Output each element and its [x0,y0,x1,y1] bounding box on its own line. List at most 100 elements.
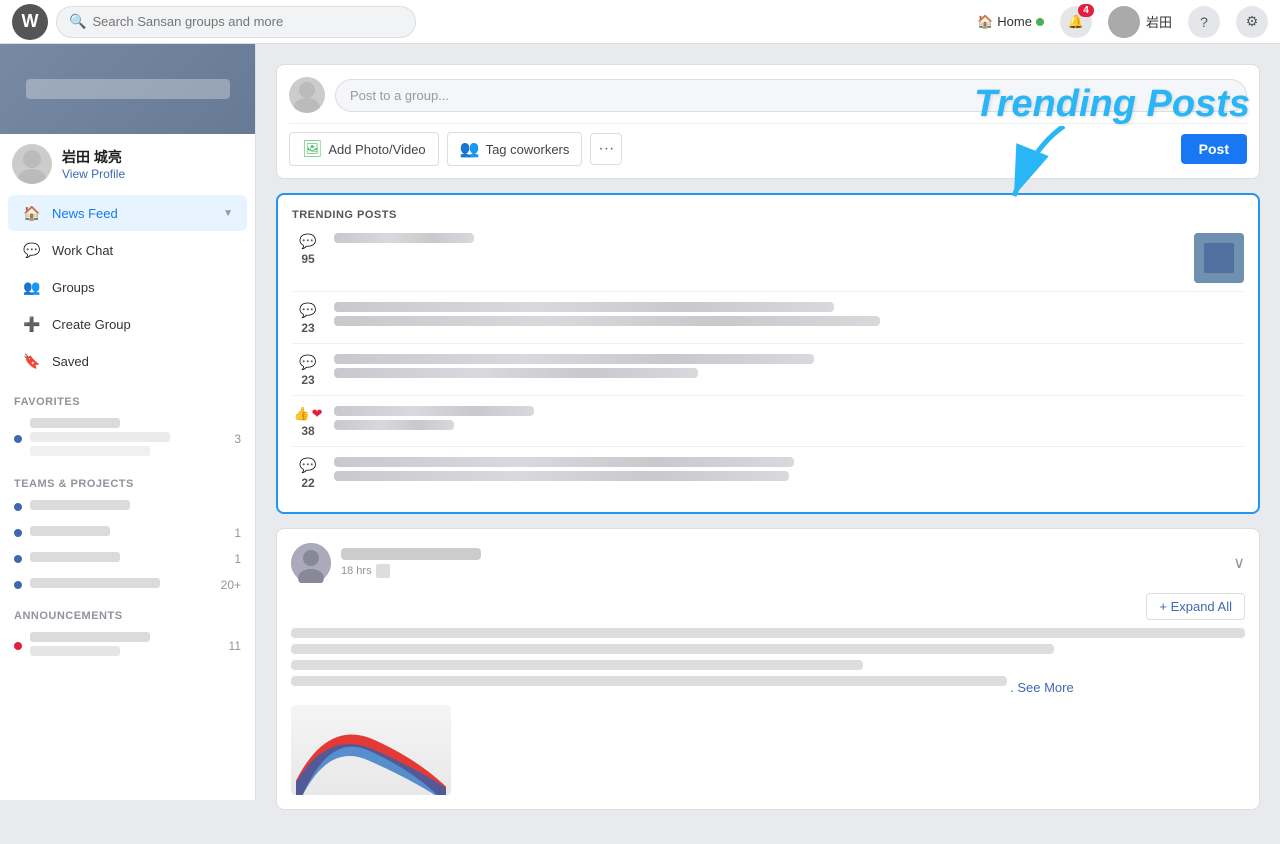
sidebar-item-news-feed[interactable]: 🏠 News Feed ▼ [8,195,247,231]
collapse-icon[interactable]: ∨ [1233,553,1245,573]
tag-icon: 👥 [460,139,480,159]
feed-content-blur-3 [291,660,863,670]
help-button[interactable]: ? [1188,6,1220,38]
teams-section-title: TEAMS & PROJECTS [0,466,255,494]
trending-posts-box: TRENDING POSTS 💬 95 [276,193,1260,514]
trending-row-left-2: 💬 23 [292,302,324,335]
trending-content-1 [334,233,1184,247]
cover-blur-overlay [0,44,255,134]
sidebar-cover-photo [0,44,255,134]
trending-row-left-3: 💬 23 [292,354,324,387]
sidebar-username: 岩田 城亮 [62,147,125,167]
notification-badge: 4 [1078,4,1094,17]
trending-content-5 [334,457,1244,485]
create-group-nav-icon: ➕ [22,314,42,334]
sidebar-item-groups[interactable]: 👥 Groups [8,269,247,305]
trending-title-bar: TRENDING POSTS [292,209,1244,221]
sidebar-item-saved[interactable]: 🔖 Saved [8,343,247,379]
sidebar-item-create-group[interactable]: ➕ Create Group [8,306,247,342]
trending-section-label: TRENDING POSTS [292,209,397,221]
feed-post-author-blur [341,548,481,560]
ellipsis-icon: ··· [598,140,614,158]
team-item-1[interactable] [0,494,255,520]
team-item-2[interactable]: 1 [0,520,255,546]
trending-row-left-5: 💬 22 [292,457,324,490]
sidebar-item-label: Saved [52,354,89,369]
post-box-actions: 🖼 Add Photo/Video 👥 Tag coworkers ··· Po… [289,123,1247,166]
settings-button[interactable]: ⚙ [1236,6,1268,38]
sidebar-user-avatar[interactable] [12,144,52,184]
comment-icon: 💬 [299,302,316,319]
sidebar-item-label: News Feed [52,206,118,221]
trending-row-5[interactable]: 💬 22 [292,457,1244,498]
favorites-section-title: FAVORITES [0,384,255,412]
sidebar-item-work-chat[interactable]: 💬 Work Chat [8,232,247,268]
trending-row-3[interactable]: 💬 23 [292,354,1244,396]
expand-all-button[interactable]: + Expand All [1146,593,1245,620]
post-composer-top: Post to a group... [289,77,1247,113]
feed-image-arc-svg [296,725,446,795]
view-profile-link[interactable]: View Profile [62,167,125,181]
app-logo[interactable]: W [12,4,48,40]
gear-icon: ⚙ [1246,13,1259,30]
team-dot-icon [14,555,22,563]
announcement-item-1[interactable]: 11 [0,626,255,666]
ann-dot-icon [14,642,22,650]
feed-post-header: 18 hrs ∨ [291,543,1245,583]
chat-nav-icon: 💬 [22,240,42,260]
post-submit-button[interactable]: Post [1181,134,1247,164]
comment-icon: 💬 [299,233,316,250]
photo-icon: 🖼 [302,139,322,159]
ann-count-badge: 11 [229,639,241,653]
notification-bell-button[interactable]: 🔔 4 [1060,6,1092,38]
sponsored-icon [376,564,390,578]
trending-section-wrapper: Trending Posts TRENDING POSTS [276,193,1260,514]
feed-content-blur-1 [291,628,1245,638]
add-photo-video-button[interactable]: 🖼 Add Photo/Video [289,132,439,166]
question-icon: ? [1200,14,1208,30]
chevron-down-icon: ▼ [223,208,233,219]
search-bar[interactable]: 🔍 [56,6,416,38]
trending-row-4[interactable]: 👍 ❤ 38 [292,406,1244,447]
home-icon: 🏠 [977,14,993,30]
user-name-label: 岩田 [1146,12,1172,31]
search-input[interactable] [92,14,403,29]
user-menu[interactable]: 岩田 [1108,6,1172,38]
feed-post-meta: 18 hrs [341,548,1223,578]
top-navigation: W 🔍 🏠 Home 🔔 4 岩田 ? ⚙ [0,0,1280,44]
team-item-3[interactable]: 1 [0,546,255,572]
announcements-section-title: ANNOUNCEMENTS [0,598,255,626]
saved-nav-icon: 🔖 [22,351,42,371]
feed-post-image-placeholder [291,705,451,795]
feed-post-time: 18 hrs [341,564,1223,578]
feed-content-blur-4 [291,676,1007,686]
groups-nav-icon: 👥 [22,277,42,297]
team-dot-icon [14,581,22,589]
trending-count: 22 [301,476,314,490]
trending-row-left-4: 👍 ❤ 38 [292,406,324,438]
trending-content-3 [334,354,1244,382]
more-options-button[interactable]: ··· [590,133,622,165]
trending-row-1[interactable]: 💬 95 [292,233,1244,292]
comment-icon: 💬 [299,354,316,371]
see-more-link[interactable]: . See More [1010,680,1074,695]
post-input-placeholder[interactable]: Post to a group... [335,79,1247,112]
heart-reaction-icon: ❤ [312,406,323,422]
team-item-4[interactable]: 20+ [0,572,255,598]
team-dot-icon [14,529,22,537]
trending-count: 95 [301,252,314,266]
tag-coworkers-button[interactable]: 👥 Tag coworkers [447,132,583,166]
sidebar-navigation: 🏠 News Feed ▼ 💬 Work Chat 👥 Groups ➕ Cre… [0,190,255,384]
like-reaction-icon: 👍 [293,406,309,422]
fav-dot-icon [14,435,22,443]
trending-count: 38 [301,424,314,438]
sidebar-item-label: Work Chat [52,243,113,258]
feed-content-blur-2 [291,644,1054,654]
trending-content-4 [334,406,1244,434]
trending-count: 23 [301,373,314,387]
home-nav-icon: 🏠 [22,203,42,223]
home-nav-item[interactable]: 🏠 Home [977,14,1044,30]
topnav-right: 🏠 Home 🔔 4 岩田 ? ⚙ [977,6,1268,38]
trending-row-2[interactable]: 💬 23 [292,302,1244,344]
favorite-item-1[interactable]: 3 [0,412,255,466]
